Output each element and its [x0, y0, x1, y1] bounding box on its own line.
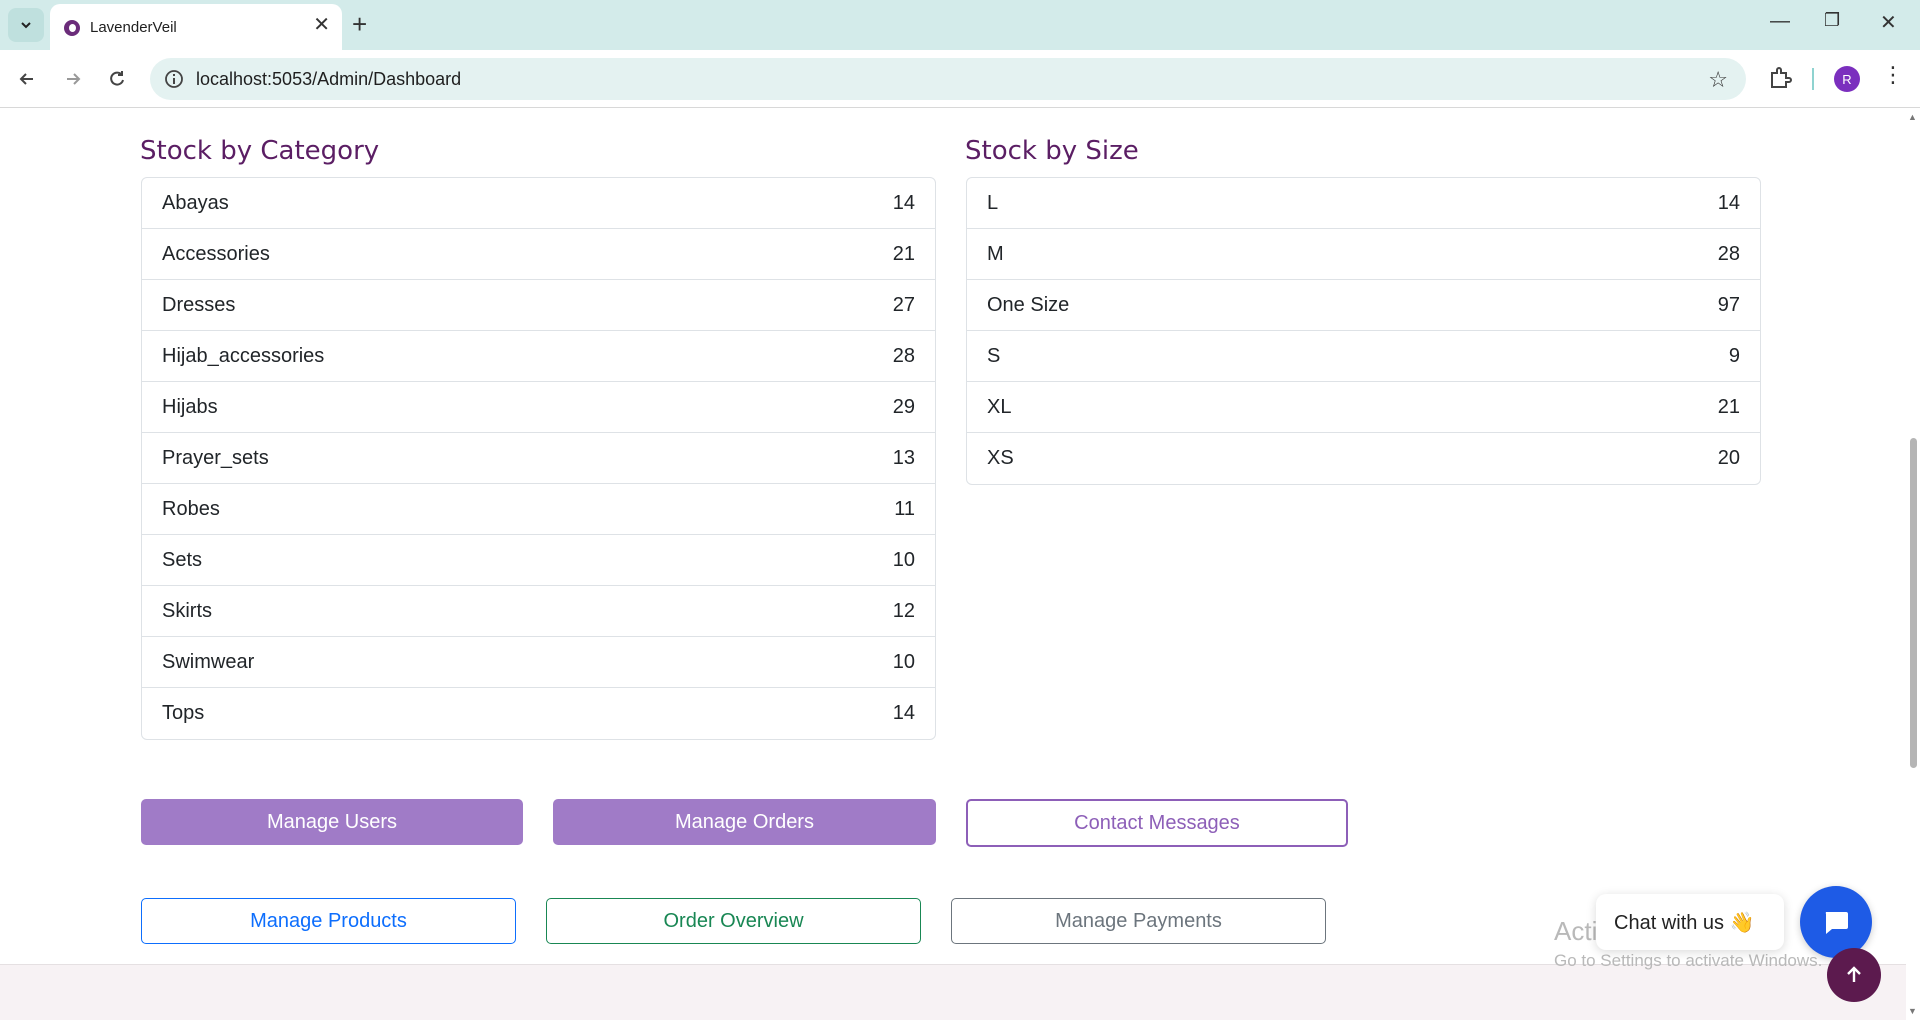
- new-tab-icon[interactable]: +: [352, 10, 367, 38]
- category-count: 10: [892, 548, 915, 571]
- toolbar-divider: [1812, 68, 1814, 90]
- arrow-right-icon: [67, 73, 81, 85]
- site-favicon-icon: [64, 20, 80, 36]
- list-item: Skirts 12: [142, 586, 935, 637]
- list-item: XS 20: [967, 433, 1760, 484]
- category-count: 28: [892, 344, 915, 367]
- list-item: Accessories 21: [142, 229, 935, 280]
- restore-icon[interactable]: ❐: [1824, 10, 1840, 31]
- browser-tab-bar: LavenderVeil ✕ + — ❐ ✕: [0, 0, 1920, 50]
- category-count: 11: [894, 497, 915, 520]
- size-count: 20: [1717, 447, 1740, 469]
- category-count: 27: [892, 293, 915, 316]
- list-item: Sets 10: [142, 535, 935, 586]
- page-footer: [0, 964, 1906, 1020]
- browser-tab[interactable]: LavenderVeil ✕: [50, 4, 342, 50]
- category-count: 14: [892, 702, 915, 724]
- category-name: Skirts: [162, 599, 212, 622]
- size-name: One Size: [987, 293, 1070, 316]
- manage-users-button[interactable]: Manage Users: [141, 799, 523, 845]
- category-name: Swimwear: [162, 650, 255, 673]
- size-count: 28: [1717, 242, 1740, 265]
- category-name: Tops: [162, 702, 205, 724]
- category-count: 21: [892, 242, 915, 265]
- minimize-icon[interactable]: —: [1770, 10, 1790, 33]
- size-count: 14: [1717, 191, 1740, 214]
- page-scrollbar[interactable]: ▲ ▼: [1906, 108, 1920, 1020]
- url-text: localhost:5053/Admin/Dashboard: [196, 69, 462, 89]
- size-name: L: [987, 191, 999, 214]
- reload-icon: [110, 71, 124, 86]
- list-item: XL 21: [967, 382, 1760, 433]
- manage-orders-button[interactable]: Manage Orders: [553, 799, 936, 845]
- category-name: Sets: [162, 548, 203, 571]
- category-count: 13: [892, 446, 915, 469]
- forward-button[interactable]: [58, 64, 88, 94]
- tab-title: LavenderVeil: [90, 19, 177, 36]
- category-name: Robes: [162, 497, 220, 520]
- arrow-up-icon: [1847, 966, 1861, 982]
- category-name: Hijabs: [162, 395, 218, 418]
- list-item: S9: [967, 331, 1760, 382]
- list-item: Swimwear 10: [142, 637, 935, 688]
- profile-avatar[interactable]: R: [1834, 66, 1860, 92]
- close-window-icon[interactable]: ✕: [1880, 10, 1897, 35]
- more-menu-icon[interactable]: ⋮: [1882, 62, 1904, 88]
- contact-messages-button[interactable]: Contact Messages: [966, 799, 1348, 847]
- size-name: XS: [987, 447, 1014, 469]
- stock-by-size-list: L 14 M 28 One Size 97 S9 XL 21 XS 20: [966, 177, 1761, 485]
- close-tab-icon[interactable]: ✕: [313, 15, 330, 35]
- manage-products-button[interactable]: Manage Products: [141, 898, 516, 944]
- list-item: L 14: [967, 178, 1760, 229]
- list-item: Tops 14: [142, 688, 935, 739]
- size-count: 21: [1717, 395, 1740, 418]
- list-item: Hijab_accessories 28: [142, 331, 935, 382]
- watermark-subtitle: Go to Settings to activate Windows.: [1554, 951, 1823, 970]
- list-item: Abayas 14: [142, 178, 935, 229]
- tab-search-button[interactable]: [8, 8, 44, 42]
- reload-button[interactable]: [102, 64, 132, 94]
- list-item: Dresses 27: [142, 280, 935, 331]
- back-to-top-button[interactable]: [1827, 948, 1881, 1002]
- chat-invite-bubble[interactable]: Chat with us 👋: [1596, 894, 1784, 950]
- category-count: 10: [892, 650, 915, 673]
- category-count: 14: [892, 191, 915, 214]
- size-name: S: [987, 344, 1001, 367]
- stock-by-category-list: Abayas 14 Accessories 21 Dresses 27 Hijab_a…: [141, 177, 936, 740]
- scroll-up-icon[interactable]: ▲: [1908, 112, 1917, 122]
- chat-icon: [1825, 912, 1848, 934]
- stock-by-category-title: Stock by Category: [140, 136, 380, 166]
- category-count: 12: [892, 599, 915, 622]
- category-name: Prayer_sets: [162, 446, 269, 469]
- category-name: Hijab_accessories: [162, 344, 325, 367]
- extensions-icon[interactable]: [1766, 64, 1794, 92]
- manage-payments-button[interactable]: Manage Payments: [951, 898, 1326, 944]
- page-content: Stock by Category Abayas 14 Accessories 21…: [0, 108, 1906, 964]
- order-overview-button[interactable]: Order Overview: [546, 898, 921, 944]
- category-count: 29: [892, 395, 915, 418]
- list-item: One Size 97: [967, 280, 1760, 331]
- stock-by-size-title: Stock by Size: [965, 136, 1139, 166]
- size-count: 9: [1728, 344, 1740, 367]
- category-name: Dresses: [162, 293, 236, 316]
- bookmark-star-icon[interactable]: ☆: [1708, 67, 1728, 93]
- info-icon[interactable]: [164, 69, 184, 89]
- scrollbar-thumb[interactable]: [1910, 438, 1917, 768]
- list-item: Hijabs 29: [142, 382, 935, 433]
- back-button[interactable]: [12, 64, 42, 94]
- browser-toolbar: localhost:5053/Admin/Dashboard ☆: [0, 50, 1920, 108]
- size-name: M: [987, 242, 1004, 265]
- size-name: XL: [987, 395, 1012, 418]
- category-name: Abayas: [162, 191, 229, 214]
- chat-launcher-button[interactable]: [1800, 886, 1872, 958]
- list-item: M 28: [967, 229, 1760, 280]
- list-item: Robes 11: [142, 484, 935, 535]
- address-bar[interactable]: localhost:5053/Admin/Dashboard ☆: [150, 58, 1746, 100]
- category-name: Accessories: [162, 242, 270, 265]
- scroll-down-icon[interactable]: ▼: [1908, 1006, 1917, 1016]
- arrow-left-icon: [19, 73, 33, 85]
- chevron-down-icon: [21, 22, 31, 29]
- list-item: Prayer_sets 13: [142, 433, 935, 484]
- size-count: 97: [1717, 293, 1740, 316]
